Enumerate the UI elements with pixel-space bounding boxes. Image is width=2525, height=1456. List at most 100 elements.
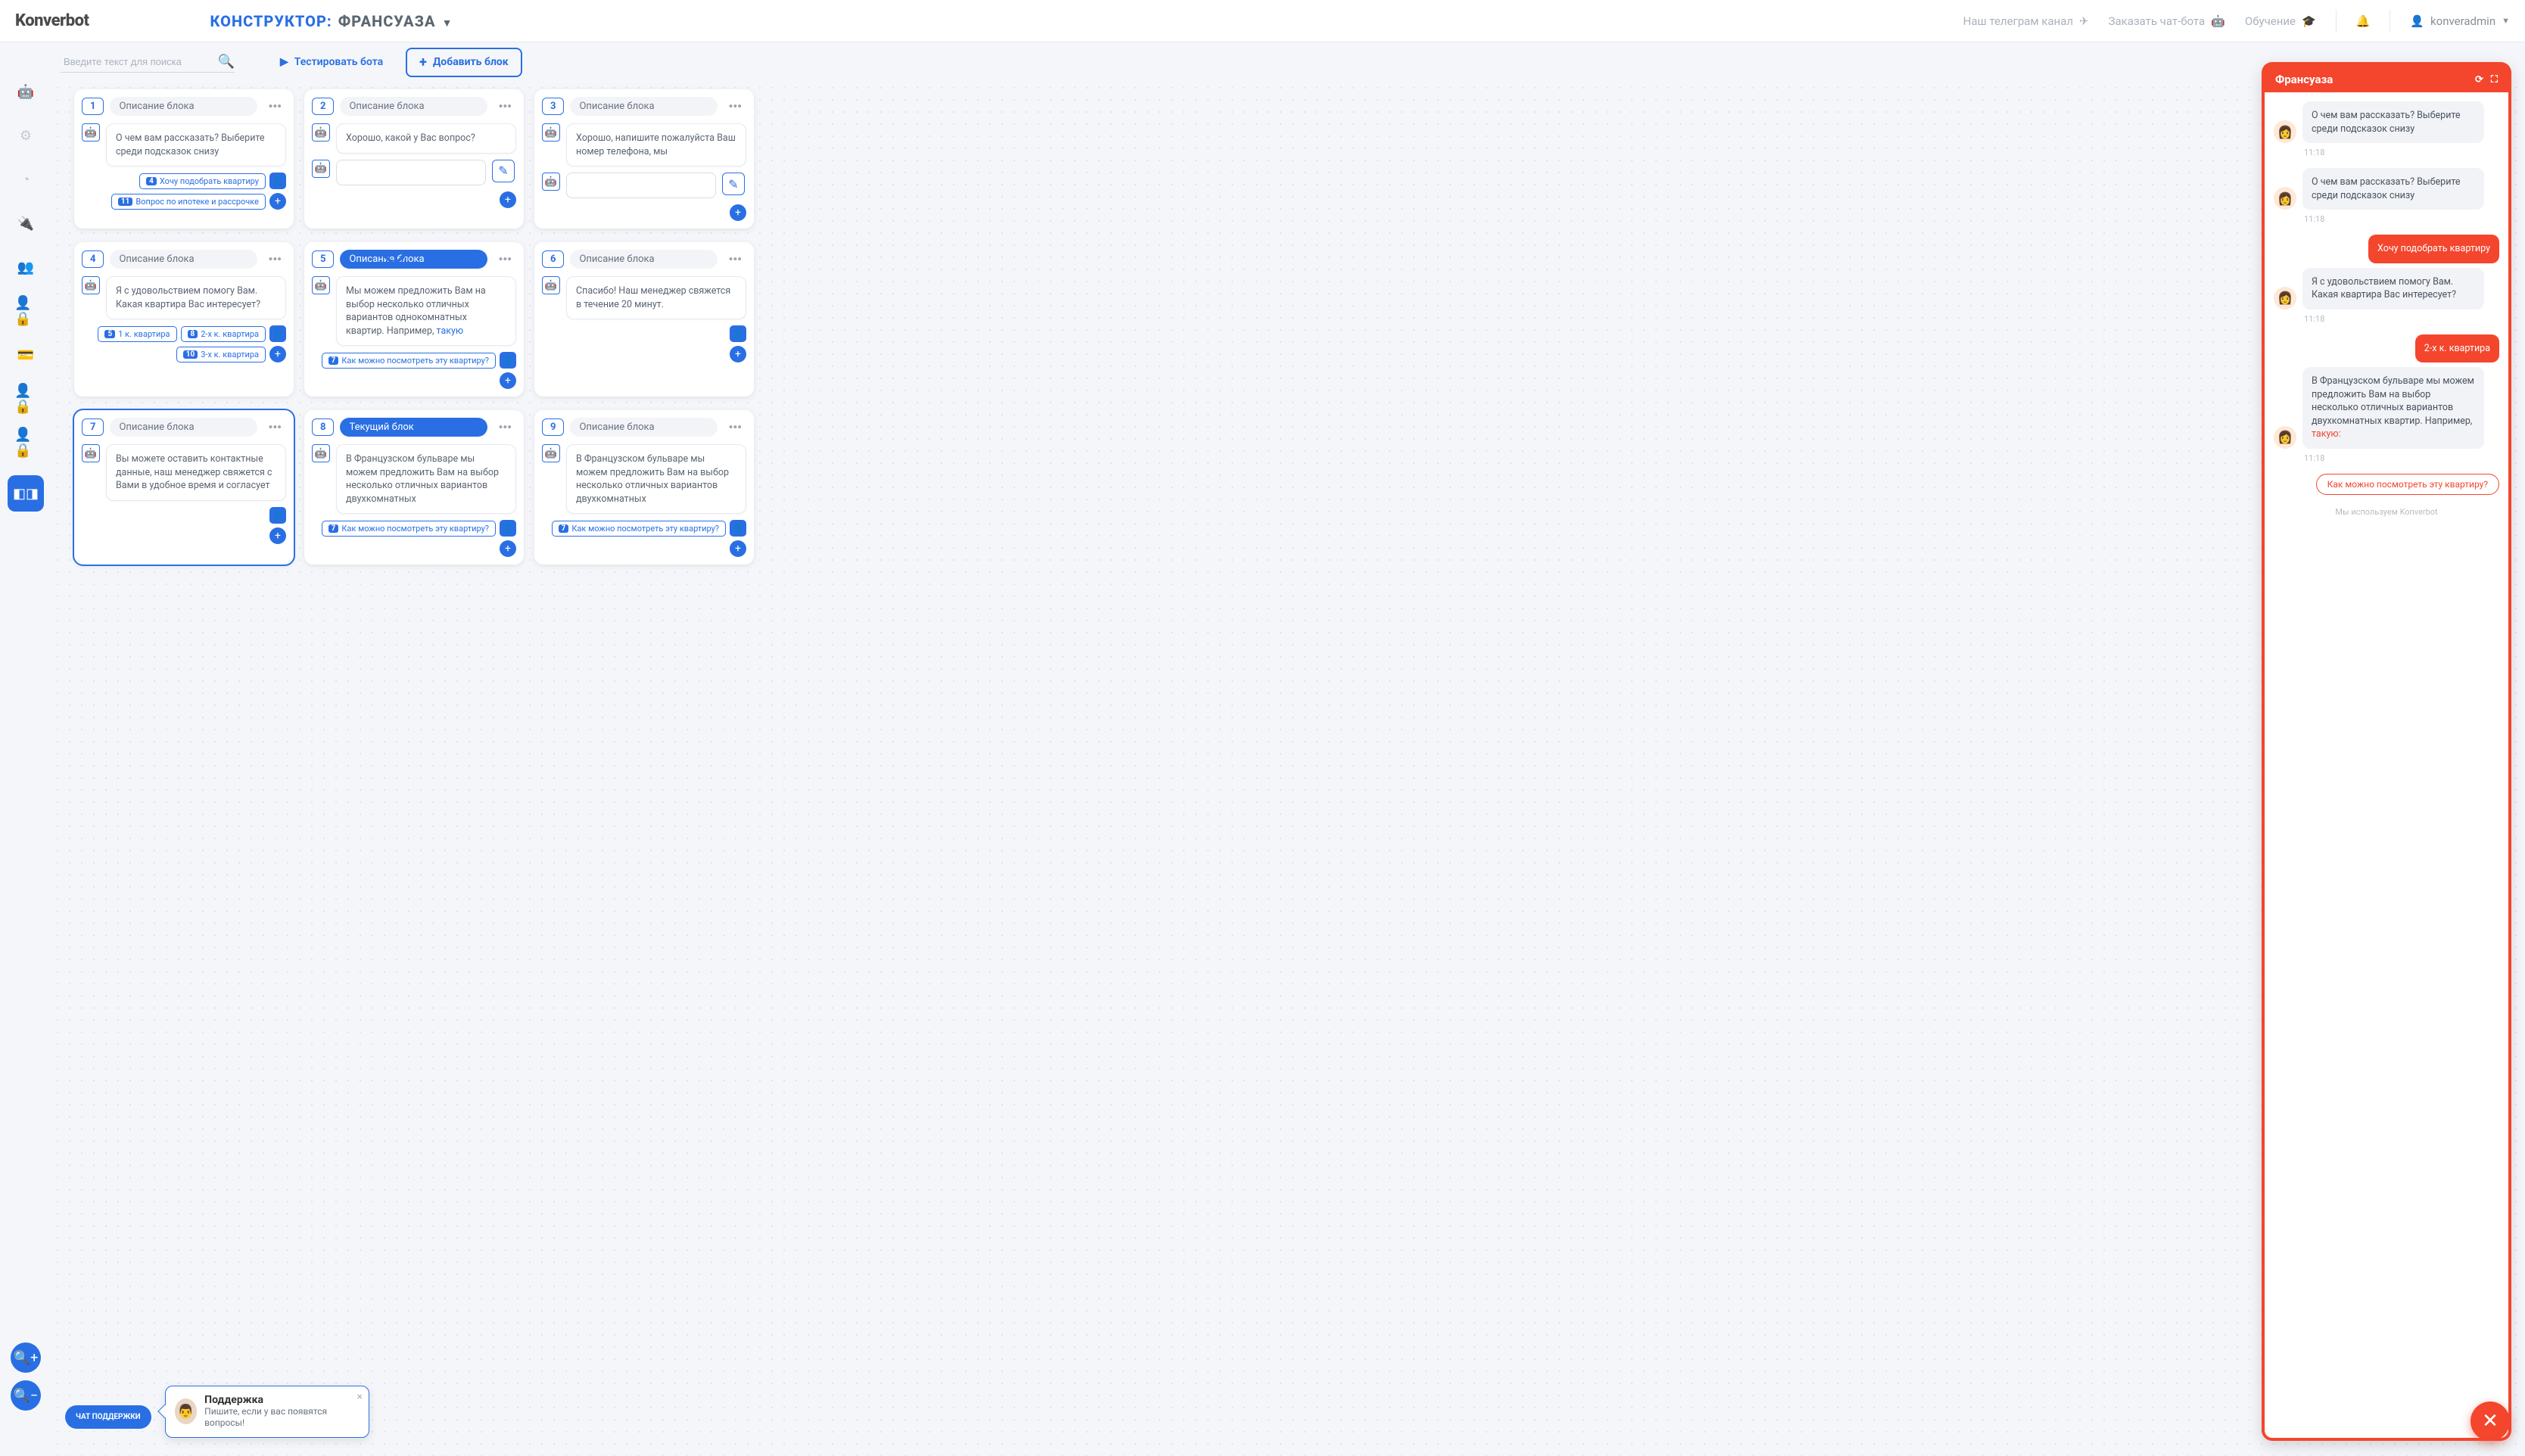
chip[interactable]: 7Как можно посмотреть эту квартиру? (552, 521, 726, 537)
card-menu-icon[interactable]: ••• (724, 420, 746, 434)
add-chip-icon[interactable]: + (730, 204, 746, 221)
rail-blocks-icon[interactable]: ◧◨ (8, 475, 44, 512)
rail-bots-icon[interactable]: 🤖 (14, 80, 37, 103)
zoom-in-button[interactable]: 🔍+ (11, 1342, 41, 1373)
message-row: 🤖 Я с удовольствием помогу Вам. Какая кв… (82, 276, 286, 319)
block-card[interactable]: 3 Описание блока ••• 🤖 Хорошо, напишите … (534, 89, 754, 229)
support-avatar: 👨 (175, 1398, 197, 1424)
card-title[interactable]: Описание блока (570, 250, 718, 269)
card-title[interactable]: Описание блока (570, 97, 718, 116)
message-bubble[interactable]: В Французском бульваре мы можем предложи… (566, 444, 746, 514)
card-menu-icon[interactable]: ••• (263, 252, 286, 266)
bot-icon: 🤖 (542, 444, 560, 462)
canvas[interactable]: 1 Описание блока ••• 🤖 О чем вам рассказ… (51, 82, 2525, 1456)
add-block-button[interactable]: + Добавить блок (406, 48, 522, 77)
chat-suggestion[interactable]: Как можно посмотреть эту квартиру? (2316, 474, 2499, 495)
learn-link[interactable]: Обучение 🎓 (2245, 14, 2316, 28)
search-icon[interactable]: 🔍 (218, 54, 235, 70)
refresh-icon[interactable]: ⟳ (2475, 74, 2483, 86)
rail-userlock-icon[interactable]: 👤🔒 (14, 300, 37, 322)
close-icon[interactable]: × (357, 1391, 363, 1403)
telegram-link[interactable]: Наш телеграм канал ✈ (1963, 14, 2089, 28)
card-title[interactable]: Описание блока (110, 250, 257, 269)
add-chip-icon[interactable]: + (730, 540, 746, 557)
bot-icon: 🤖 (542, 123, 560, 142)
message-bubble[interactable]: Я с удовольствием помогу Вам. Какая квар… (106, 276, 286, 319)
rail-card-icon[interactable]: 💳 (14, 344, 37, 366)
card-title[interactable]: Текущий блок (340, 418, 487, 437)
support-chat-button[interactable]: ЧАТ ПОДДЕРЖКИ (65, 1405, 151, 1429)
message-bubble[interactable]: В Французском бульваре мы можем предложи… (336, 444, 516, 514)
close-chat-button[interactable]: ✕ (2471, 1402, 2510, 1441)
test-bot-button[interactable]: ▶ Тестировать бота (280, 56, 383, 68)
add-chip-icon[interactable]: + (500, 372, 516, 389)
block-card[interactable]: 6 Описание блока ••• 🤖 Спасибо! Наш мене… (534, 242, 754, 397)
chip[interactable]: 103-х к. квартира (176, 347, 266, 362)
chat-bubble: Хочу подобрать квартиру (2368, 235, 2499, 263)
support-text: Поддержка Пишите, если у вас появятся во… (204, 1394, 346, 1430)
card-menu-icon[interactable]: ••• (724, 252, 746, 266)
rail-users-icon[interactable]: 👥 (14, 256, 37, 278)
card-menu-icon[interactable]: ••• (493, 252, 516, 266)
card-menu-icon[interactable]: ••• (263, 420, 286, 434)
bell-icon[interactable]: 🔔 (2356, 14, 2371, 28)
edit-icon[interactable]: ✎ (492, 160, 515, 182)
chip[interactable]: 7Как можно посмотреть эту квартиру? (322, 521, 496, 537)
rail-plugin-icon[interactable]: 🔌 (14, 212, 37, 235)
chip[interactable]: 7Как можно посмотреть эту квартиру? (322, 353, 496, 369)
rail-stats-icon[interactable]: ◔ (14, 168, 37, 191)
chip[interactable]: 82-х к. квартира (181, 326, 266, 342)
block-card[interactable]: 1 Описание блока ••• 🤖 О чем вам рассказ… (74, 89, 294, 229)
message-bubble[interactable]: Хорошо, напишите пожалуйста Ваш номер те… (566, 123, 746, 166)
block-card[interactable]: 5 Описание блока ••• 🤖 Мы можем предложи… (304, 242, 524, 397)
input-field[interactable] (566, 173, 716, 198)
chip[interactable]: 4Хочу подобрать квартиру (139, 173, 266, 189)
card-menu-icon[interactable]: ••• (493, 99, 516, 114)
message-bubble[interactable]: О чем вам рассказать? Выберите среди под… (106, 123, 286, 166)
card-head: 4 Описание блока ••• (82, 250, 286, 269)
chips: 👤 + (82, 507, 286, 544)
input-field[interactable] (336, 160, 486, 185)
expand-icon[interactable]: ⛶ (2491, 74, 2498, 86)
card-menu-icon[interactable]: ••• (263, 99, 286, 114)
message-bubble[interactable]: Вы можете оставить контактные данные, на… (106, 444, 286, 501)
rail-settings-icon[interactable]: ⚙ (14, 124, 37, 147)
card-menu-icon[interactable]: ••• (493, 420, 516, 434)
add-chip-icon[interactable]: + (269, 193, 286, 210)
add-chip-icon[interactable]: + (500, 540, 516, 557)
chevron-down-icon: ▼ (2502, 16, 2510, 26)
message-bubble[interactable]: Мы можем предложить Вам на выбор несколь… (336, 276, 516, 346)
card-title[interactable]: Описание блока (340, 97, 487, 116)
chip-row: + (82, 527, 286, 544)
edit-icon[interactable]: ✎ (722, 173, 745, 195)
card-title[interactable]: Описание блока (570, 418, 718, 437)
add-chip-icon[interactable]: + (500, 191, 516, 208)
card-title[interactable]: Описание блока (110, 418, 257, 437)
order-link[interactable]: Заказать чат-бота 🤖 (2109, 14, 2225, 28)
card-title[interactable]: Описание блока (110, 97, 257, 116)
block-card[interactable]: 4 Описание блока ••• 🤖 Я с удовольствием… (74, 242, 294, 397)
card-head: 5 Описание блока ••• (312, 250, 516, 269)
block-card[interactable]: 7 Описание блока ••• 🤖 Вы можете оставит… (74, 410, 294, 565)
chip-row: + (312, 191, 516, 208)
add-chip-icon[interactable]: + (269, 527, 286, 544)
rail-lock1-icon[interactable]: 👤🔒 (14, 387, 37, 410)
search-input[interactable] (61, 51, 218, 72)
message-bubble[interactable]: Хорошо, какой у Вас вопрос? (336, 123, 516, 154)
card-head: 8 Текущий блок ••• (312, 418, 516, 437)
preview-body[interactable]: 👩 О чем вам рассказать? Выберите среди п… (2265, 92, 2508, 1438)
block-card[interactable]: 8 Текущий блок ••• 🤖 В Французском бульв… (304, 410, 524, 565)
add-chip-icon[interactable]: + (269, 346, 286, 362)
add-chip-icon[interactable]: + (730, 346, 746, 362)
rail-lock2-icon[interactable]: 👤🔒 (14, 431, 37, 454)
zoom-out-button[interactable]: 🔍− (11, 1380, 41, 1411)
block-card[interactable]: 2 Описание блока ••• 🤖 Хорошо, какой у В… (304, 89, 524, 229)
card-title[interactable]: Описание блока (340, 250, 487, 269)
chip[interactable]: 51 к. квартира (98, 326, 176, 342)
message-bubble[interactable]: Спасибо! Наш менеджер свяжется в течение… (566, 276, 746, 319)
block-card[interactable]: 9 Описание блока ••• 🤖 В Французском бул… (534, 410, 754, 565)
card-menu-icon[interactable]: ••• (724, 99, 746, 114)
chip[interactable]: 11Вопрос по ипотеке и рассрочке (111, 194, 266, 210)
user-menu[interactable]: 👤 konveradmin ▼ (2410, 14, 2510, 28)
constructor-title[interactable]: КОНСТРУКТОР: ФРАНСУАЗА ▼ (210, 12, 453, 30)
